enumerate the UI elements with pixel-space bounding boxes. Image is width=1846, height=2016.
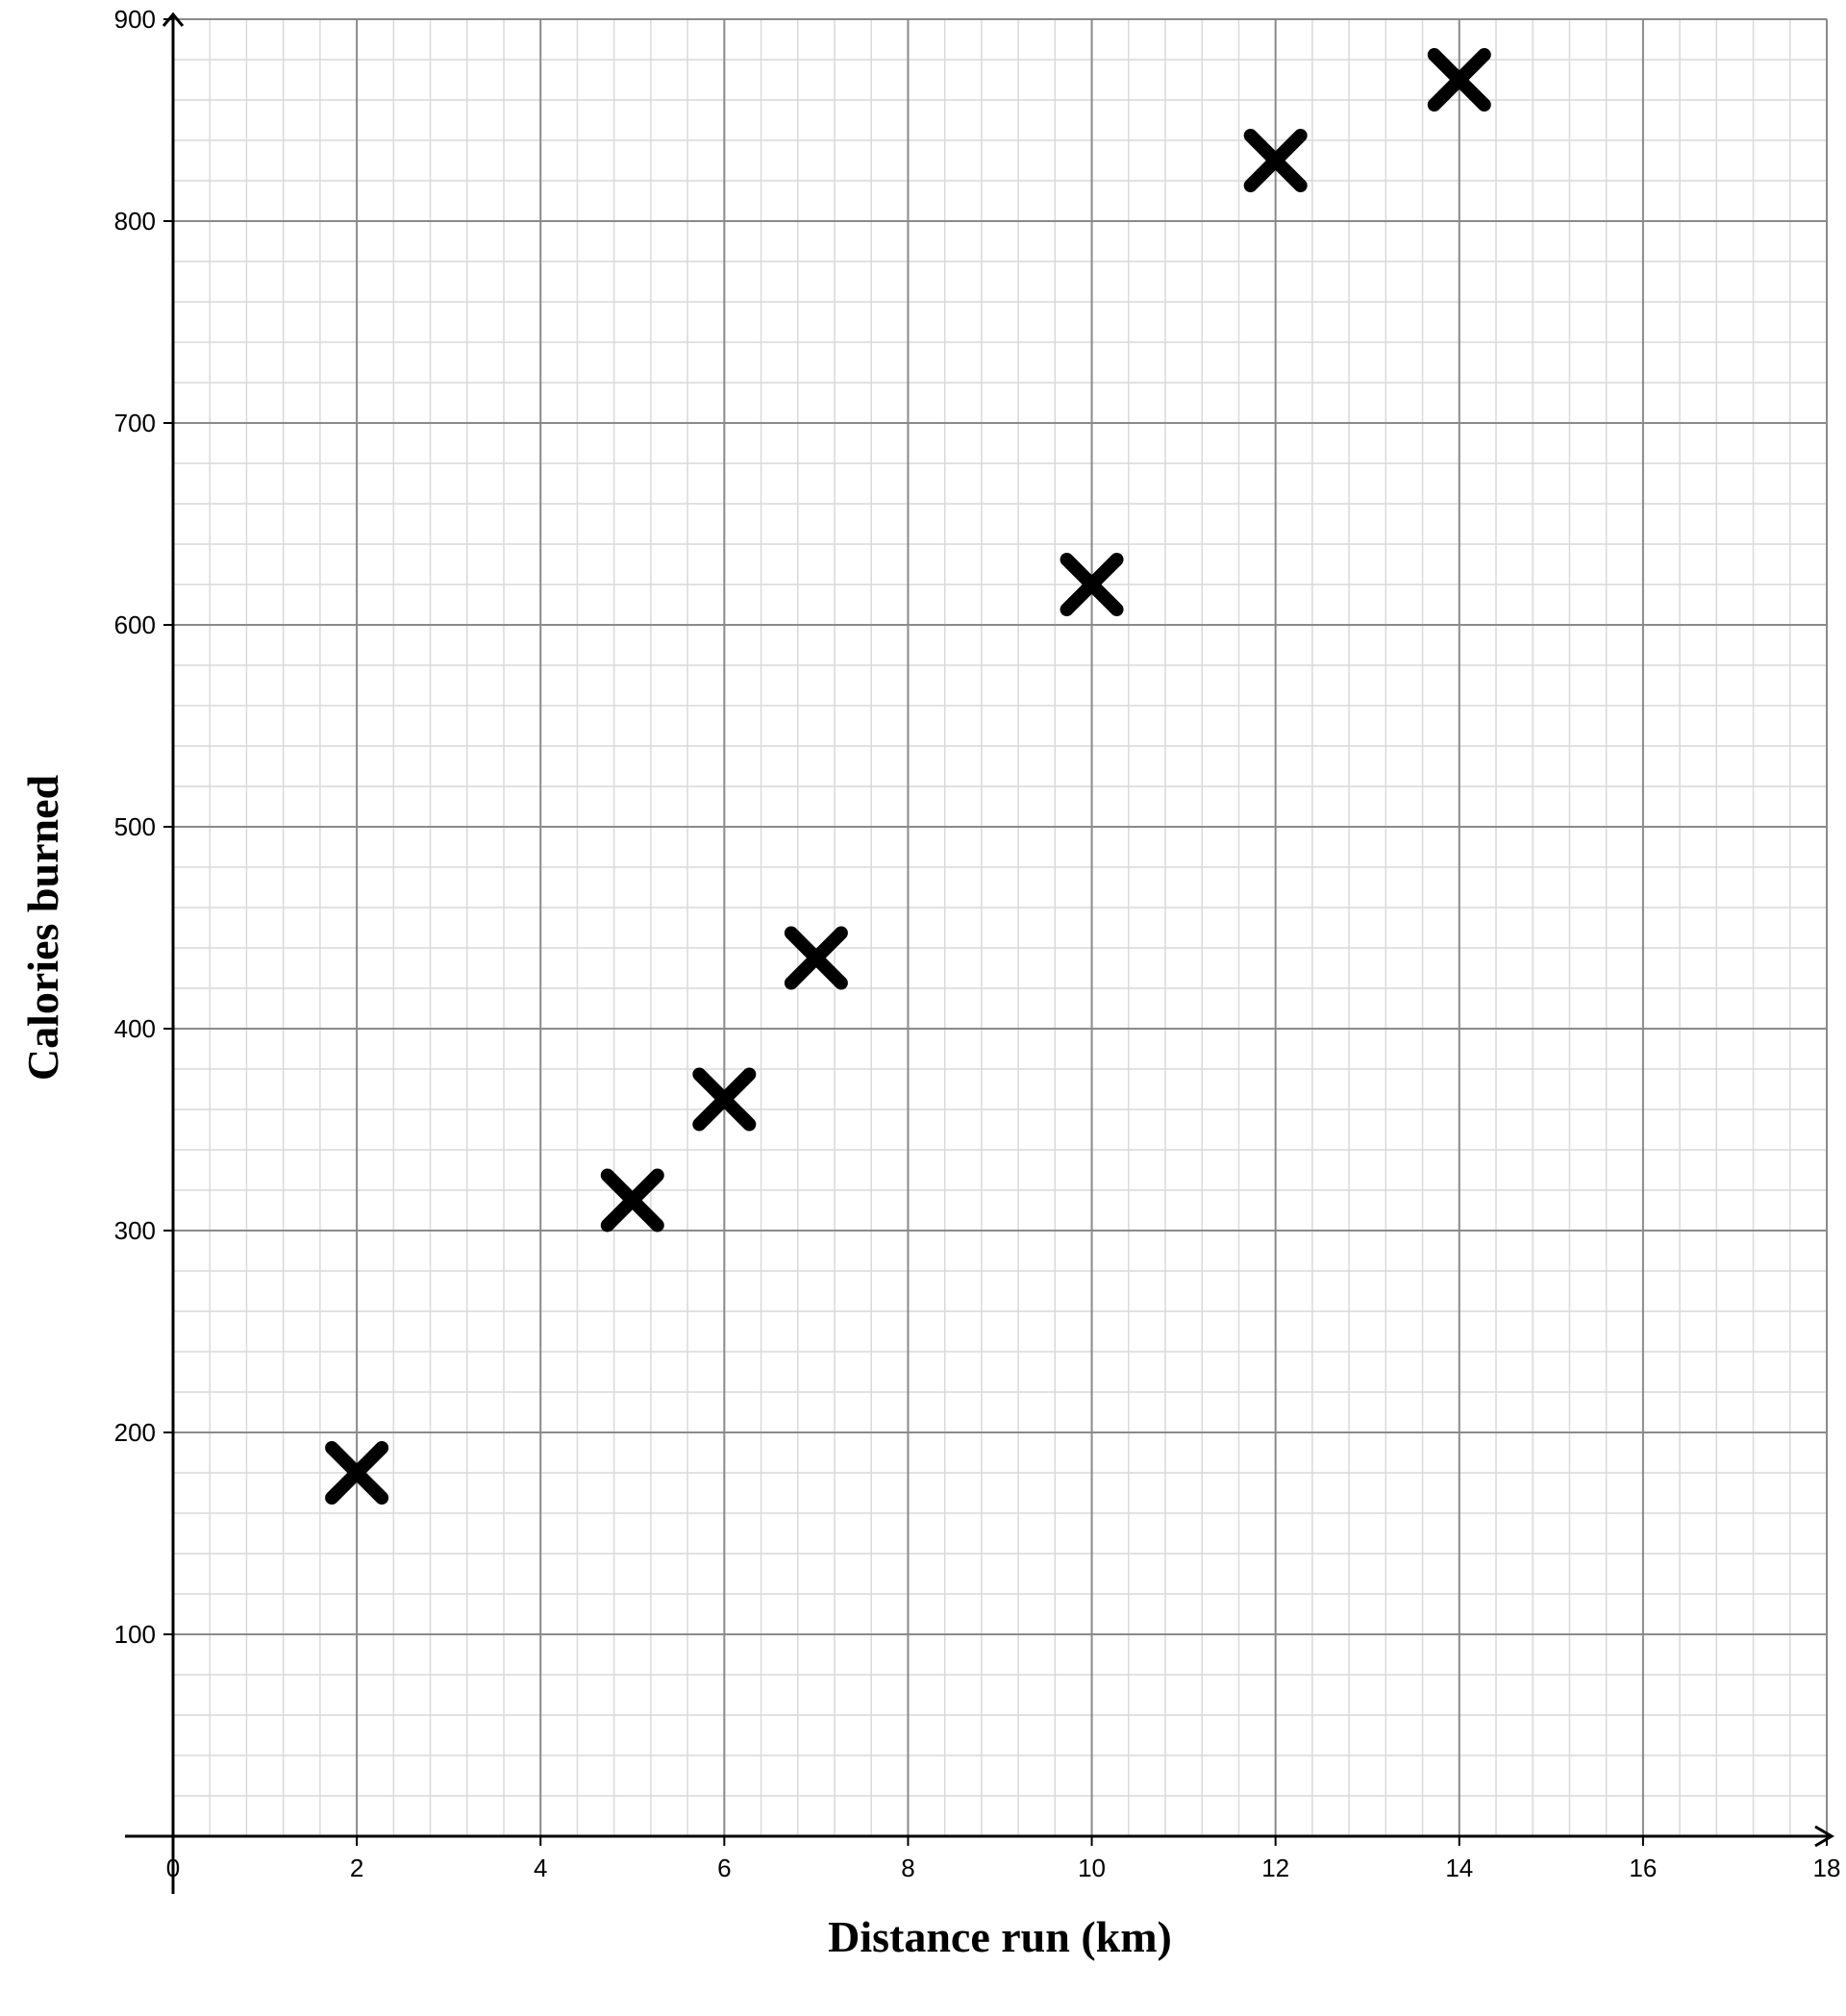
x-tick-label: 6 (717, 1854, 731, 1882)
y-tick-label: 500 (114, 812, 156, 841)
x-tick-label: 8 (901, 1854, 914, 1882)
y-tick-label: 600 (114, 610, 156, 639)
data-point (608, 1176, 658, 1226)
x-tick-label: 16 (1629, 1854, 1657, 1882)
y-tick-label: 900 (114, 5, 156, 34)
y-tick-label: 200 (114, 1418, 156, 1447)
y-tick-label: 300 (114, 1216, 156, 1245)
y-tick-label: 400 (114, 1014, 156, 1043)
y-axis-label: Calories burned (18, 774, 67, 1081)
x-tick-label: 14 (1445, 1854, 1473, 1882)
x-tick-label: 10 (1078, 1854, 1106, 1882)
scatter-chart: 0 2 4 6 8 10 12 14 16 18 100 200 300 400 500 600 700 800 9… (0, 0, 1846, 2016)
x-tick-label: 2 (350, 1854, 363, 1882)
y-tick-label: 800 (114, 207, 156, 236)
x-axis-label: Distance run (km) (828, 1912, 1172, 1961)
x-tick-label: 0 (166, 1854, 180, 1882)
x-tick-label: 4 (534, 1854, 547, 1882)
y-tick-label: 100 (114, 1620, 156, 1649)
data-point (791, 933, 841, 983)
x-tick-label: 18 (1813, 1854, 1841, 1882)
x-tick-label: 12 (1261, 1854, 1289, 1882)
y-tick-label: 700 (114, 409, 156, 437)
